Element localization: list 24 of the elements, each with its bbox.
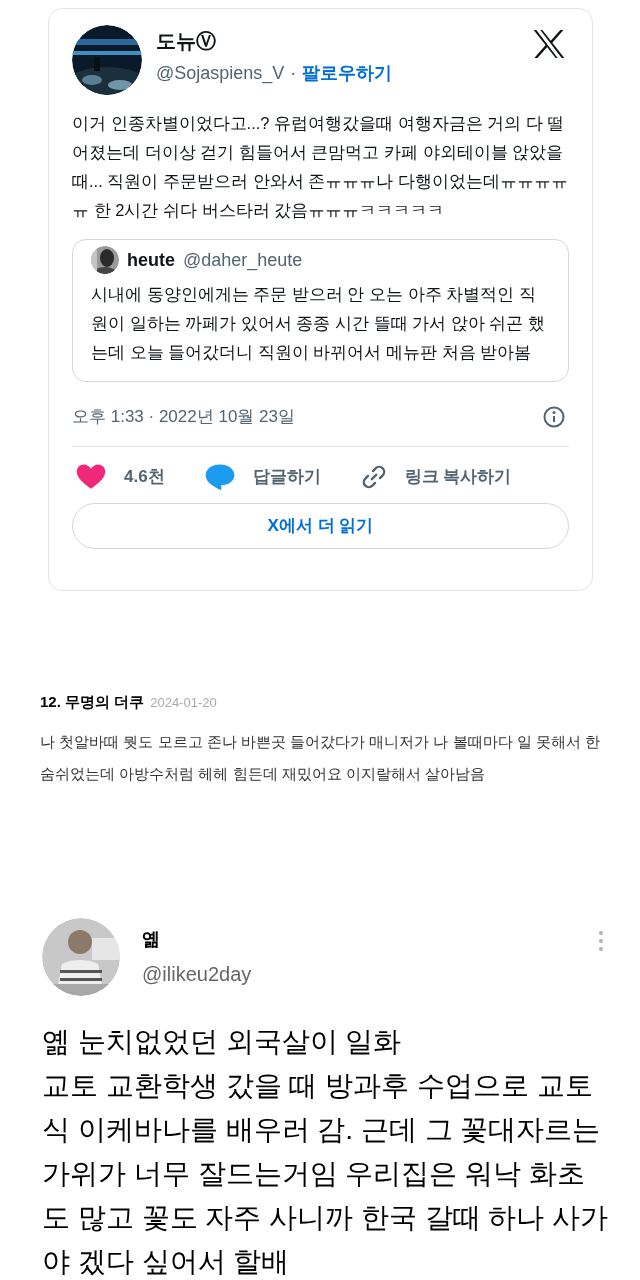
timestamp: 오후 1:33 · 2022년 10월 23일 xyxy=(72,406,295,429)
tweet-text: 옒 눈치없었던 외국살이 일화 xyxy=(42,1024,403,1059)
user-name: 도뉴Ⓥ xyxy=(156,29,217,54)
comment-text: 나 첫알바때 뭣도 모르고 존나 바쁜곳 들어갔다가 매니저가 나 볼때마다 일 못해서 한숨쉬었는데 아방수처럼 헤헤 힘든데 재밌어요 이지랄해서 살아남음 xyxy=(40,731,600,784)
tweet-text: 이거 인종차별이었다고...? 유럽여행갔을때 여행자금은 거의 다 떨어졌는데 더이상 걷기 힘들어서 큰맘먹고 카페 야외테이블 앉았을때... 직원이 주문받으러 안와서 존ㅠㅠㅠ나 다행이었는데ㅠㅠㅠㅠㅠ 한 2시간 쉬다 버스타러 갔음ㅠㅠㅠㅋㅋㅋㅋㅋ xyxy=(72,113,568,221)
heart-icon[interactable] xyxy=(76,464,106,490)
quoted-user-handle: @daher_heute xyxy=(183,248,303,273)
comment-author: 12. 무명의 더쿠 xyxy=(40,692,145,712)
quoted-tweet-text: 시내에 동양인에게는 주문 받으러 안 오는 아주 차별적인 직원이 일하는 까페가 있어서 종종 시간 뜰때 가서 앉아 쉬곤 했는데 오늘 들어갔더니 직원이 바뀌어서 메뉴판 처음 받아봄 xyxy=(91,284,546,363)
comment-date: 2024-01-20 xyxy=(150,694,217,712)
action-label[interactable]: 4.6천 xyxy=(124,464,165,490)
user-name: 옒 xyxy=(142,927,161,951)
speech-bubble-icon[interactable] xyxy=(204,463,235,491)
quoted-user-name: heute xyxy=(127,248,175,272)
action-label[interactable]: 링크 복사하기 xyxy=(404,464,512,490)
x-logo-icon[interactable] xyxy=(533,29,565,59)
separator-dot: · xyxy=(290,62,297,85)
action-label[interactable]: 답글하기 xyxy=(252,464,321,490)
follow-link[interactable]: 팔로우하기 xyxy=(302,61,393,85)
info-icon[interactable] xyxy=(543,406,565,428)
link-icon[interactable] xyxy=(360,464,387,490)
tweet-text: 교토 교환학생 갔을 때 방과후 수업으로 교토식 이케바나를 배우러 감. 근데 그 꽃대자르는 가위가 너무 잘드는거임 우리집은 워낙 화초도 많고 꽃도 자주 사니까 한국 갈때 하나 사가야 겠다 싶어서 할배 xyxy=(42,1068,610,1279)
user-handle: @Sojaspiens_V xyxy=(156,62,285,85)
user-handle: @ilikeu2day xyxy=(142,961,253,987)
